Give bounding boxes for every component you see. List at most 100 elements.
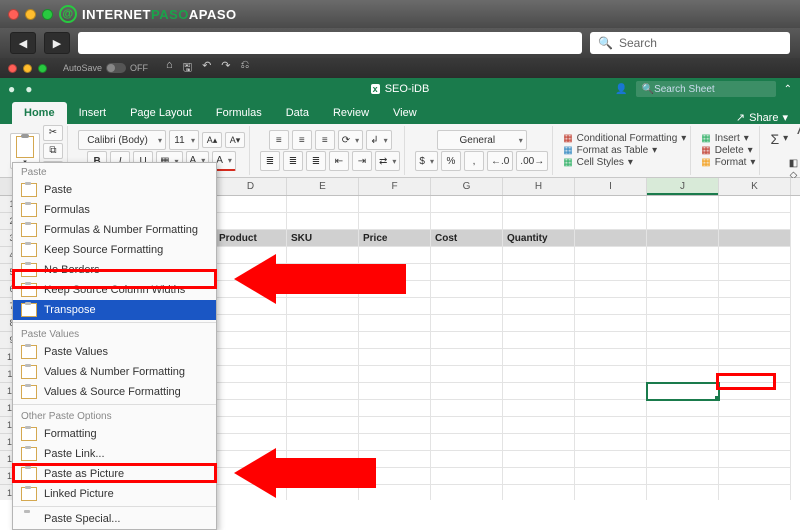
paste-special-menu-item[interactable]: Paste Special...: [13, 509, 216, 529]
cell[interactable]: [503, 434, 575, 451]
cell[interactable]: [503, 349, 575, 366]
autosum-button[interactable]: Σ▾: [770, 131, 788, 147]
menu-item-values-source-formatting[interactable]: Values & Source Formatting: [13, 382, 216, 402]
cell[interactable]: [215, 247, 287, 264]
cell[interactable]: [287, 400, 359, 417]
close-icon[interactable]: [8, 64, 17, 73]
menu-item-linked-picture[interactable]: Linked Picture: [13, 484, 216, 504]
cell-styles-button[interactable]: ▦Cell Styles ▾: [563, 157, 633, 168]
cell[interactable]: [287, 264, 359, 281]
cell[interactable]: Product: [215, 230, 287, 247]
tab-insert[interactable]: Insert: [67, 102, 119, 124]
cell[interactable]: [575, 434, 647, 451]
cell[interactable]: [719, 264, 791, 281]
insert-cells-button[interactable]: ▦Insert ▾: [701, 133, 749, 144]
autosave-toggle[interactable]: AutoSaveOFF: [63, 63, 148, 73]
align-bottom-button[interactable]: ≡: [315, 130, 335, 150]
cell[interactable]: [719, 247, 791, 264]
cell[interactable]: [647, 451, 719, 468]
cell[interactable]: [575, 264, 647, 281]
cell[interactable]: [503, 213, 575, 230]
cell[interactable]: [215, 400, 287, 417]
menu-item-formulas-number-formatting[interactable]: Formulas & Number Formatting: [13, 220, 216, 240]
cell[interactable]: [215, 485, 287, 500]
align-right-button[interactable]: ≣: [306, 151, 326, 171]
cell[interactable]: [215, 332, 287, 349]
cell[interactable]: [719, 315, 791, 332]
column-header-H[interactable]: H: [503, 178, 575, 195]
home-icon[interactable]: ⌂: [166, 59, 173, 78]
cell[interactable]: [719, 451, 791, 468]
cell[interactable]: [431, 281, 503, 298]
column-header-F[interactable]: F: [359, 178, 431, 195]
cell[interactable]: [647, 383, 719, 400]
cell[interactable]: [359, 213, 431, 230]
back-button[interactable]: ◀: [10, 32, 36, 54]
forward-button[interactable]: ▶: [44, 32, 70, 54]
cell[interactable]: [719, 417, 791, 434]
cell[interactable]: [287, 383, 359, 400]
cell[interactable]: [287, 332, 359, 349]
cell[interactable]: [575, 485, 647, 500]
increase-font-button[interactable]: A▴: [202, 132, 222, 148]
cell[interactable]: [719, 196, 791, 213]
cell[interactable]: [431, 264, 503, 281]
cell[interactable]: [575, 298, 647, 315]
cell[interactable]: [575, 417, 647, 434]
cell[interactable]: [431, 434, 503, 451]
column-header-J[interactable]: J: [647, 178, 719, 195]
cell[interactable]: [503, 196, 575, 213]
cell[interactable]: [719, 298, 791, 315]
tab-formulas[interactable]: Formulas: [204, 102, 274, 124]
align-top-button[interactable]: ≡: [269, 130, 289, 150]
delete-cells-button[interactable]: ▦Delete ▾: [701, 145, 752, 156]
menu-item-paste[interactable]: Paste: [13, 180, 216, 200]
menu-item-no-borders[interactable]: No Borders: [13, 260, 216, 280]
cell[interactable]: [359, 434, 431, 451]
cell[interactable]: [647, 298, 719, 315]
cell[interactable]: Cost: [431, 230, 503, 247]
minimize-icon[interactable]: [25, 9, 36, 20]
cell[interactable]: [359, 485, 431, 500]
cell[interactable]: [719, 332, 791, 349]
align-left-button[interactable]: ≣: [260, 151, 280, 171]
cell[interactable]: [503, 468, 575, 485]
user-icon[interactable]: 👤: [615, 84, 627, 95]
cell[interactable]: [647, 196, 719, 213]
cell[interactable]: [647, 264, 719, 281]
cell[interactable]: [575, 213, 647, 230]
cell[interactable]: [575, 247, 647, 264]
cell[interactable]: [215, 417, 287, 434]
align-middle-button[interactable]: ≡: [292, 130, 312, 150]
currency-button[interactable]: $: [415, 151, 438, 171]
cell[interactable]: [503, 264, 575, 281]
menu-item-paste-as-picture[interactable]: Paste as Picture: [13, 464, 216, 484]
cell[interactable]: [647, 434, 719, 451]
save-icon[interactable]: 🖫: [183, 59, 192, 78]
cell[interactable]: [503, 417, 575, 434]
menu-item-keep-source-formatting[interactable]: Keep Source Formatting: [13, 240, 216, 260]
column-header-I[interactable]: I: [575, 178, 647, 195]
cell[interactable]: [647, 400, 719, 417]
merge-button[interactable]: ⇄: [375, 151, 400, 171]
menu-item-values-number-formatting[interactable]: Values & Number Formatting: [13, 362, 216, 382]
switch-icon[interactable]: [106, 63, 126, 73]
align-center-button[interactable]: ≣: [283, 151, 303, 171]
cell[interactable]: [431, 196, 503, 213]
cell[interactable]: [575, 332, 647, 349]
indent-inc-button[interactable]: ⇥: [352, 151, 372, 171]
cell[interactable]: [215, 196, 287, 213]
cell[interactable]: [719, 434, 791, 451]
cell[interactable]: [287, 298, 359, 315]
cell[interactable]: [215, 383, 287, 400]
tab-review[interactable]: Review: [321, 102, 381, 124]
cell[interactable]: [287, 247, 359, 264]
cell[interactable]: [719, 400, 791, 417]
cell[interactable]: [719, 230, 791, 247]
menu-item-formatting[interactable]: Formatting: [13, 424, 216, 444]
cut-button[interactable]: ✂: [43, 125, 63, 141]
cell[interactable]: [287, 281, 359, 298]
cell[interactable]: [575, 451, 647, 468]
cell[interactable]: [215, 315, 287, 332]
cell[interactable]: [575, 400, 647, 417]
